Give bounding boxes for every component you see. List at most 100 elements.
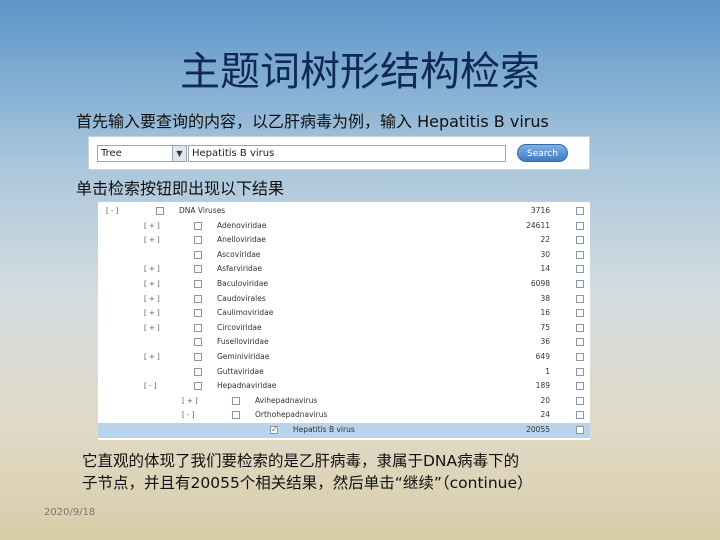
tree-select-checkbox[interactable] — [576, 265, 584, 274]
tree-row[interactable]: Hepatitis B virus 20055 — [98, 423, 590, 438]
instruction-search: 首先输入要查询的内容，以乙肝病毒为例，输入 Hepatitis B virus — [76, 112, 549, 131]
tree-checkbox[interactable] — [232, 396, 240, 405]
tree-toggle[interactable]: [ - ] — [144, 379, 156, 394]
tree-checkbox[interactable] — [194, 280, 202, 288]
tree-term-name[interactable]: Circoviridae — [217, 321, 262, 336]
result-description: 它直观的体现了我们要检索的是乙肝病毒，隶属于DNA病毒下的 子节点，并且有200… — [82, 450, 602, 494]
tree-term-count: 20055 — [526, 425, 550, 434]
tree-toggle[interactable]: [ - ] — [106, 204, 118, 219]
tree-row[interactable]: [ + ] Circoviridae 75 — [98, 321, 590, 336]
slide-title: 主题词树形结构检索 — [180, 49, 540, 95]
tree-row[interactable]: [ + ] Adenoviridae 24611 — [98, 219, 590, 234]
search-bar: Tree ▼ Hepatitis B virus Search — [88, 136, 590, 170]
tree-row[interactable]: [ + ] Caudovirales 38 — [98, 292, 590, 307]
tree-select-checkbox[interactable] — [576, 411, 584, 420]
database-select-value: Tree — [101, 148, 122, 159]
tree-checkbox[interactable] — [194, 309, 202, 318]
tree-toggle[interactable]: [ + ] — [144, 306, 160, 321]
tree-term-name[interactable]: Asfarviridae — [217, 262, 262, 277]
tree-select-checkbox[interactable] — [576, 426, 584, 434]
search-input[interactable]: Hepatitis B virus — [188, 145, 506, 162]
tree-toggle[interactable]: [ + ] — [182, 394, 198, 409]
tree-term-count: 14 — [540, 264, 550, 274]
tree-row[interactable]: [ + ] Anelloviridae 22 — [98, 233, 590, 248]
tree-term-count: 75 — [540, 322, 550, 332]
tree-term-name[interactable]: Geminiviridae — [217, 350, 269, 365]
tree-toggle[interactable]: [ + ] — [144, 321, 160, 336]
tree-toggle[interactable]: [ + ] — [144, 262, 160, 277]
tree-row[interactable]: [ - ] Orthohepadnavirus 24 — [98, 408, 590, 423]
tree-term-name[interactable]: Guttaviridae — [217, 365, 264, 380]
tree-term-name[interactable]: DNA Viruses — [179, 204, 225, 219]
tree-row[interactable]: Fuselloviridae 36 — [98, 335, 590, 350]
tree-select-checkbox[interactable] — [576, 250, 584, 259]
tree-checkbox[interactable] — [194, 382, 202, 391]
results-tree: [ - ] DNA Viruses 3716[ + ] Adenoviridae 246… — [98, 202, 590, 440]
tree-checkbox[interactable] — [194, 323, 202, 332]
tree-checkbox[interactable] — [194, 236, 202, 245]
tree-term-count: 30 — [540, 249, 550, 259]
tree-checkbox[interactable] — [194, 265, 202, 274]
tree-toggle[interactable]: [ - ] — [182, 408, 194, 423]
tree-term-count: 24 — [540, 410, 550, 420]
tree-toggle[interactable]: [ + ] — [144, 292, 160, 307]
tree-toggle[interactable]: [ + ] — [144, 350, 160, 365]
tree-row[interactable]: Ascoviridae 30 — [98, 248, 590, 263]
description-line-1: 它直观的体现了我们要检索的是乙肝病毒，隶属于DNA病毒下的 — [82, 452, 520, 470]
tree-row[interactable]: [ + ] Avihepadnavirus 20 — [98, 394, 590, 409]
tree-toggle[interactable]: [ + ] — [144, 233, 160, 248]
tree-select-checkbox[interactable] — [576, 353, 584, 361]
tree-term-name[interactable]: Hepadnaviridae — [217, 379, 276, 394]
tree-checkbox[interactable] — [156, 207, 164, 215]
tree-term-count: 6098 — [530, 279, 550, 288]
tree-checkbox[interactable] — [194, 221, 202, 230]
tree-term-count: 649 — [535, 352, 550, 361]
tree-row[interactable]: [ + ] Baculoviridae 6098 — [98, 277, 590, 292]
tree-checkbox[interactable] — [232, 411, 240, 420]
tree-term-name[interactable]: Anelloviridae — [217, 233, 266, 248]
tree-term-name[interactable]: Orthohepadnavirus — [255, 408, 327, 423]
search-button[interactable]: Search — [517, 144, 568, 162]
tree-row[interactable]: [ + ] Caulimoviridae 16 — [98, 306, 590, 321]
tree-term-name[interactable]: Caulimoviridae — [217, 306, 273, 321]
tree-select-checkbox[interactable] — [576, 236, 584, 245]
tree-term-name[interactable]: Hepatitis B virus — [293, 423, 355, 438]
tree-row[interactable]: [ + ] Asfarviridae 14 — [98, 262, 590, 277]
tree-row[interactable]: [ - ] DNA Viruses 3716 — [98, 204, 590, 219]
tree-select-checkbox[interactable] — [576, 382, 584, 391]
tree-term-name[interactable]: Avihepadnavirus — [255, 394, 317, 409]
tree-checkbox[interactable] — [194, 294, 202, 303]
tree-checkbox[interactable] — [194, 367, 202, 376]
tree-term-count: 20 — [540, 395, 550, 405]
tree-term-name[interactable]: Caudovirales — [217, 292, 266, 307]
tree-row[interactable]: [ - ] Hepadnaviridae 189 — [98, 379, 590, 394]
tree-checkbox[interactable] — [194, 250, 202, 259]
tree-select-checkbox[interactable] — [576, 396, 584, 405]
tree-select-checkbox[interactable] — [576, 338, 584, 347]
tree-term-count: 3716 — [530, 206, 550, 215]
tree-toggle[interactable]: [ + ] — [144, 277, 160, 292]
tree-row[interactable]: Guttaviridae 1 — [98, 365, 590, 380]
tree-term-count: 22 — [540, 235, 550, 245]
tree-select-checkbox[interactable] — [576, 207, 584, 215]
tree-row[interactable]: [ + ] Geminiviridae 649 — [98, 350, 590, 365]
tree-select-checkbox[interactable] — [576, 280, 584, 288]
tree-term-count: 36 — [540, 337, 550, 347]
tree-select-checkbox[interactable] — [576, 367, 584, 376]
tree-select-checkbox[interactable] — [576, 309, 584, 318]
tree-term-name[interactable]: Adenoviridae — [217, 219, 266, 234]
tree-term-count: 38 — [540, 293, 550, 303]
tree-select-checkbox[interactable] — [576, 294, 584, 303]
tree-term-name[interactable]: Fuselloviridae — [217, 335, 269, 350]
tree-checkbox[interactable] — [194, 338, 202, 347]
tree-select-checkbox[interactable] — [576, 323, 584, 332]
tree-term-name[interactable]: Ascoviridae — [217, 248, 260, 263]
tree-toggle[interactable]: [ + ] — [144, 219, 160, 234]
tree-checkbox[interactable] — [194, 353, 202, 361]
tree-checkbox[interactable] — [270, 423, 278, 438]
tree-select-checkbox[interactable] — [576, 221, 584, 230]
tree-term-name[interactable]: Baculoviridae — [217, 277, 268, 292]
database-select[interactable]: Tree ▼ — [97, 145, 187, 162]
chevron-down-icon[interactable]: ▼ — [172, 146, 186, 161]
tree-term-count: 24611 — [526, 220, 550, 230]
